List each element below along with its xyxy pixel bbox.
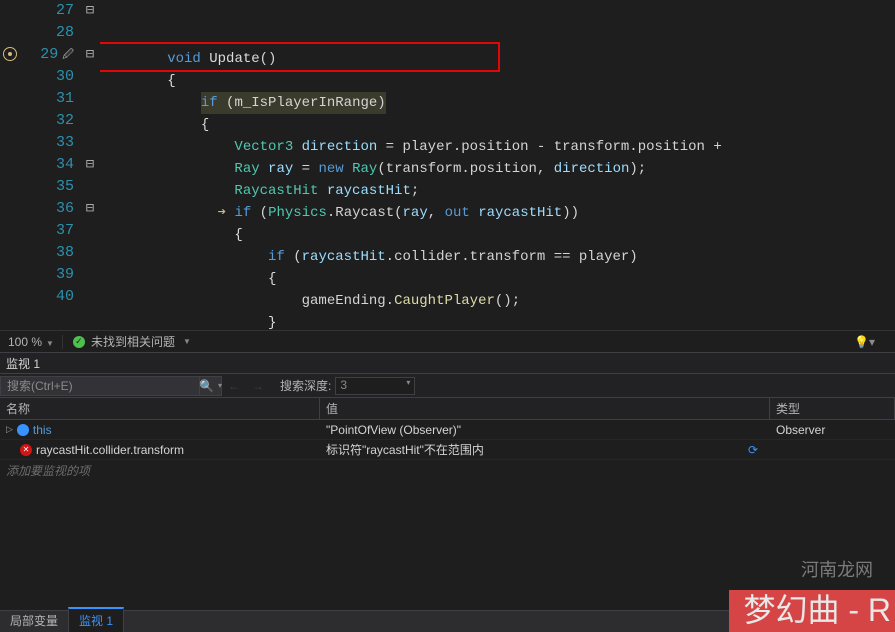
code-line[interactable]: if (raycastHit.collider.transform == pla… <box>100 246 895 268</box>
ok-icon: ✓ <box>73 336 85 348</box>
watch-type: Observer <box>770 423 895 437</box>
zoom-level[interactable]: 100 %▼ <box>0 335 63 349</box>
line-number: 32 <box>20 110 74 132</box>
code-line[interactable]: gameEnding.CaughtPlayer(); <box>100 290 895 312</box>
fold-toggle[interactable]: ⊟ <box>80 44 100 66</box>
nav-prev-icon[interactable]: ← <box>222 379 246 393</box>
watch-name: this <box>33 423 52 437</box>
line-number: 27 <box>20 0 74 22</box>
fold-toggle <box>80 286 100 308</box>
line-number: 33 <box>20 132 74 154</box>
tab-watch[interactable]: 监视 1 <box>68 607 124 632</box>
watch-row[interactable]: ▷ this "PointOfView (Observer)" Observer <box>0 420 895 440</box>
issues-text: 未找到相关问题 <box>91 333 175 350</box>
line-number: 34 <box>20 154 74 176</box>
line-number: 37 <box>20 220 74 242</box>
error-icon: ✕ <box>20 444 32 456</box>
line-number: 40 <box>20 286 74 308</box>
code-editor[interactable]: 272829🖉3031323334353637383940 ⊟ ⊟ ⊟ ⊟ void … <box>0 0 895 330</box>
fold-toggle[interactable]: ⊟ <box>80 198 100 220</box>
code-line[interactable]: { <box>100 114 895 136</box>
fold-toggle <box>80 22 100 44</box>
execution-arrow-icon: ➔ <box>218 205 226 221</box>
fold-toggle[interactable]: ⊟ <box>80 0 100 22</box>
nav-next-icon[interactable]: → <box>246 379 270 393</box>
fold-toggle <box>80 264 100 286</box>
chevron-down-icon: ▼ <box>179 337 191 346</box>
bottom-tabs: 局部变量 监视 1 <box>0 610 895 632</box>
watch-search-row: 搜索(Ctrl+E) 🔍▾ ← → 搜索深度: 3▾ <box>0 374 895 398</box>
line-number: 28 <box>20 22 74 44</box>
watch-value: 标识符"raycastHit"不在范围内 <box>326 441 484 458</box>
tab-locals[interactable]: 局部变量 <box>0 607 68 632</box>
watch-panel-header: 监视 1 <box>0 352 895 374</box>
col-name[interactable]: 名称 <box>0 398 320 419</box>
code-line[interactable]: { <box>100 224 895 246</box>
watch-value: "PointOfView (Observer)" <box>326 423 461 437</box>
fold-toggle[interactable]: ⊟ <box>80 154 100 176</box>
quickaction-icon[interactable]: 🖉 <box>62 50 74 62</box>
line-number: 29🖉 <box>20 44 74 66</box>
code-line[interactable]: Ray ray = new Ray(transform.position, di… <box>100 158 895 180</box>
fold-toggle <box>80 88 100 110</box>
code-line[interactable]: } <box>100 312 895 330</box>
breakpoint-icon[interactable] <box>3 47 17 61</box>
fold-toggle <box>80 176 100 198</box>
code-line[interactable]: { <box>100 70 895 92</box>
line-number: 35 <box>20 176 74 198</box>
fold-toggle <box>80 132 100 154</box>
object-icon <box>17 424 29 436</box>
search-input[interactable]: 搜索(Ctrl+E) <box>0 376 200 396</box>
search-depth-input[interactable]: 3▾ <box>335 377 415 395</box>
fold-toggle <box>80 110 100 132</box>
line-number: 38 <box>20 242 74 264</box>
add-watch-placeholder[interactable]: 添加要监视的项 <box>0 460 895 481</box>
fold-toggle <box>80 66 100 88</box>
watch-name: raycastHit.collider.transform <box>36 443 184 457</box>
watch-table: 名称 值 类型 ▷ this "PointOfView (Observer)" Ob… <box>0 398 895 481</box>
code-line[interactable]: void Update() <box>100 48 895 70</box>
line-number: 30 <box>20 66 74 88</box>
line-number: 39 <box>20 264 74 286</box>
search-icon[interactable]: 🔍▾ <box>200 376 222 396</box>
col-value[interactable]: 值 <box>320 398 770 419</box>
code-line[interactable]: if (m_IsPlayerInRange) <box>100 92 895 114</box>
chevron-down-icon: ▼ <box>42 339 54 348</box>
refresh-icon[interactable]: ⟳ <box>748 443 764 457</box>
line-number: 36 <box>20 198 74 220</box>
search-depth-label: 搜索深度: <box>280 377 331 394</box>
fold-toggle <box>80 220 100 242</box>
watch-row[interactable]: ✕ raycastHit.collider.transform 标识符"rayca… <box>0 440 895 460</box>
line-number: 31 <box>20 88 74 110</box>
lightbulb-icon[interactable]: 💡▾ <box>834 335 895 349</box>
col-type[interactable]: 类型 <box>770 398 895 419</box>
code-line[interactable]: { <box>100 268 895 290</box>
expand-icon[interactable]: ▷ <box>6 424 13 435</box>
code-line[interactable]: RaycastHit raycastHit; <box>100 180 895 202</box>
fold-toggle <box>80 242 100 264</box>
code-line[interactable]: Vector3 direction = player.position - tr… <box>100 136 895 158</box>
editor-statusbar: 100 %▼ ✓ 未找到相关问题 ▼ 💡▾ <box>0 330 895 352</box>
code-line[interactable]: ➔ if (Physics.Raycast(ray, out raycastHi… <box>100 202 895 224</box>
